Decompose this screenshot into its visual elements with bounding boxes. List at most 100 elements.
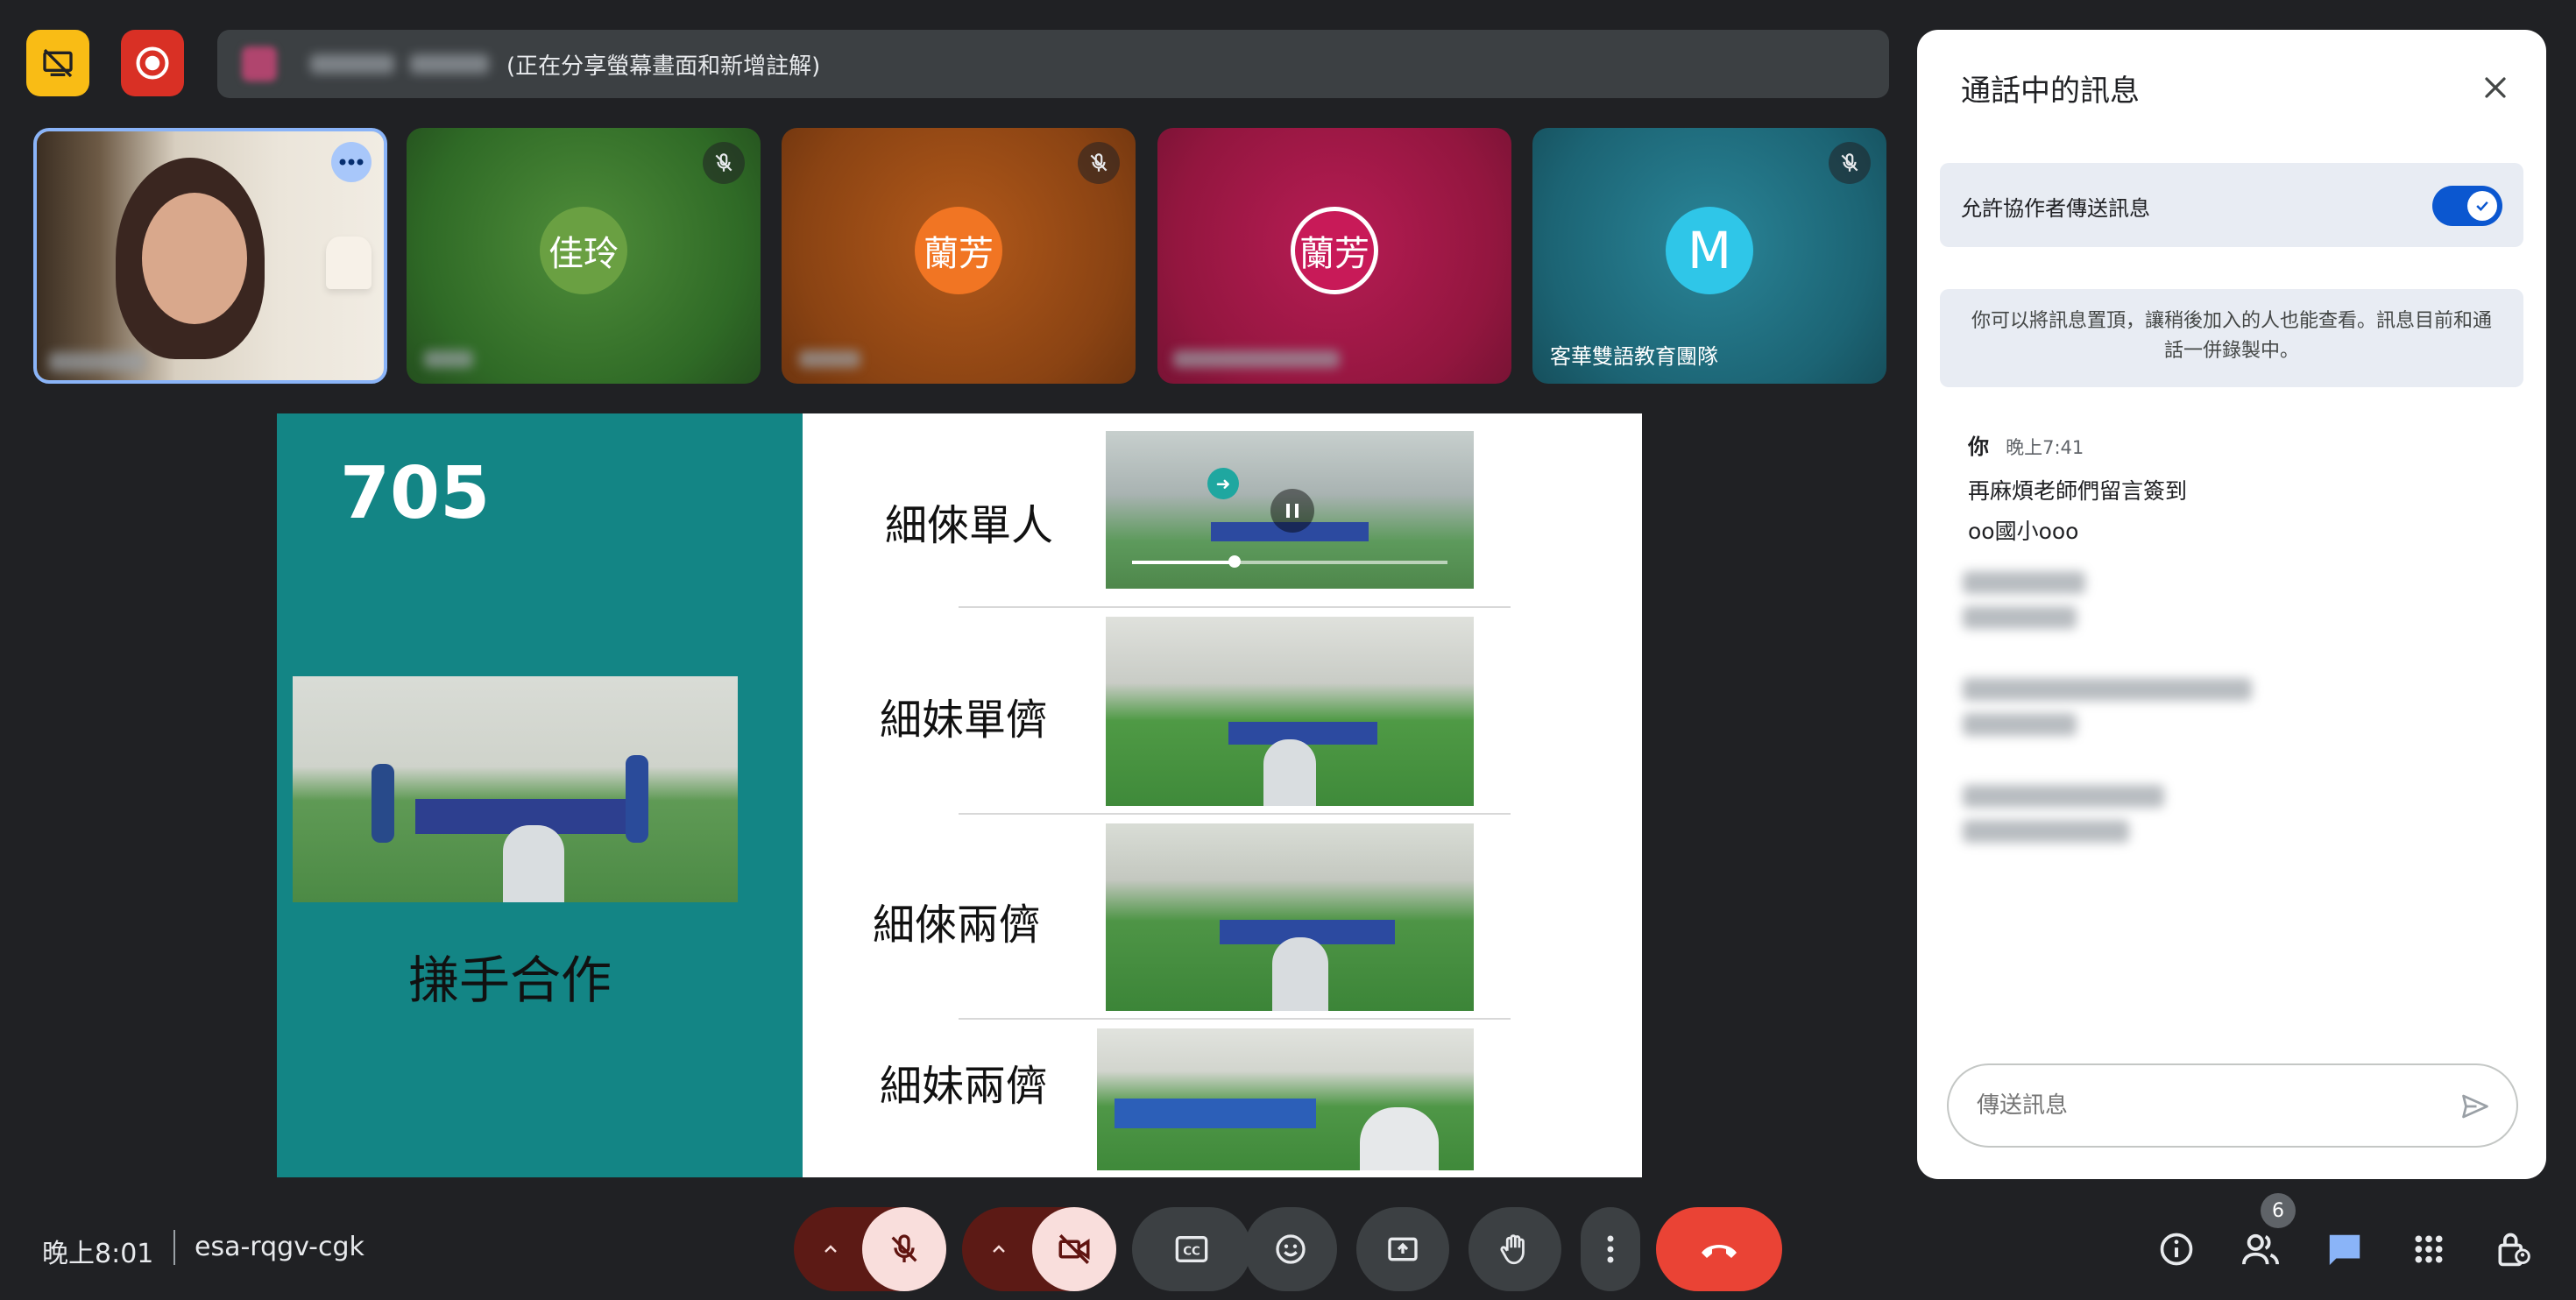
present-screen-button[interactable] [1356,1207,1449,1291]
pause-button[interactable] [1270,489,1314,533]
blurred-message-3 [1963,785,2164,843]
participant-name: 客華雙語教育團隊 [1550,344,1718,369]
row-label-2: 細妹單儕 [880,696,1049,745]
chevron-up-icon [824,1245,837,1253]
class-number: 705 [340,452,491,535]
close-icon [2485,77,2506,98]
video-progress-thumb[interactable] [1228,555,1241,568]
row-label-4: 細妹兩儕 [880,1062,1049,1111]
hand-icon [1500,1234,1525,1265]
videocam-off-icon [1058,1234,1090,1264]
muted-indicator [703,142,745,184]
chat-panel-title: 通話中的訊息 [1961,74,2140,109]
row-photo-4 [1097,1028,1474,1170]
participant-name-blurred [799,350,860,368]
mic-off-icon [715,153,732,172]
camera-toggle-button[interactable] [1032,1207,1116,1291]
more-options-button[interactable] [331,142,372,182]
allow-messages-row: 允許協作者傳送訊息 [1940,163,2523,247]
chat-panel: 通話中的訊息 允許協作者傳送訊息 你可以將訊息置頂，讓稍後加入的人也能查看。訊息… [1917,30,2546,1179]
leave-call-button[interactable] [1656,1207,1782,1291]
mic-toggle-button[interactable] [862,1207,946,1291]
message-input[interactable] [1975,1085,2434,1127]
participant-avatar: 蘭芳 [915,207,1002,294]
mic-group [794,1207,946,1291]
meeting-code: esa-rqgv-cgk [195,1232,364,1262]
message-time: 晚上7:41 [2006,437,2084,458]
svg-text:CC: CC [1183,1246,1200,1259]
meeting-time: 晚上8:01 [42,1239,154,1269]
camera-options-button[interactable] [973,1207,1025,1291]
no-layout-icon-button[interactable] [26,30,89,96]
raise-hand-button[interactable] [1468,1207,1561,1291]
message-line-1: 再麻煩老師們留言簽到 [1968,478,2188,504]
activities-button[interactable] [2403,1223,2455,1275]
blurred-message-1 [1963,571,2085,629]
send-icon [2462,1094,2488,1119]
player [1263,739,1316,806]
row-video-1[interactable]: ➜ [1106,431,1474,589]
slide-left-caption: 搛手合作 [408,950,612,1010]
ping-pong-table [1115,1099,1316,1128]
chevron-up-icon [993,1245,1005,1253]
row-photo-3 [1106,823,1474,1011]
captions-button[interactable]: CC [1132,1207,1251,1291]
participant-tile-2[interactable]: 佳玲 [407,128,761,384]
people-icon [2242,1233,2279,1265]
message-input-box[interactable] [1947,1063,2518,1148]
pause-icon [1286,504,1299,518]
record-icon [136,46,169,80]
recording-indicator-button[interactable] [121,30,184,96]
camera-group [962,1207,1116,1291]
blurred-message-2 [1963,678,2252,736]
player [372,764,394,843]
chat-message: 你 晚上7:41 再麻煩老師們留言簽到 oo國小ooo [1968,429,2494,546]
muted-indicator [1829,142,1871,184]
row-separator [959,606,1511,608]
allow-messages-label: 允許協作者傳送訊息 [1961,196,2150,221]
participant-name-blurred [1173,350,1340,368]
message-sender: 你 [1968,435,1989,459]
mic-off-icon [891,1234,917,1262]
presenter-avatar [242,46,277,81]
ping-pong-table [1228,722,1377,745]
host-controls-button[interactable] [2487,1223,2539,1275]
person-face [142,193,247,324]
participant-avatar: 蘭芳 [1291,207,1378,294]
participant-tile-4[interactable]: 蘭芳 [1157,128,1511,384]
presenting-status-text: (正在分享螢幕畫面和新增註解) [506,53,821,80]
more-options-button[interactable] [1581,1207,1640,1291]
player [1272,937,1328,1011]
allow-messages-toggle[interactable] [2432,186,2502,226]
presenter-name-blurred [310,54,394,74]
info-icon [2160,1233,2193,1266]
mic-options-button[interactable] [804,1207,857,1291]
row-label-3: 細倈兩儕 [873,901,1042,950]
toggle-knob [2467,191,2497,221]
pin-info-box: 你可以將訊息置頂，讓稍後加入的人也能查看。訊息目前和通話一併錄製中。 [1940,289,2523,387]
emoji-icon [1276,1234,1306,1264]
participant-tile-5[interactable]: M 客華雙語教育團隊 [1532,128,1886,384]
apps-grid-icon [2415,1235,2443,1263]
participant-tile-3[interactable]: 蘭芳 [782,128,1136,384]
shared-screen-slide: 705 搛手合作 細倈單人 ➜ 細妹單儕 細倈兩儕 細妹兩儕 [277,413,1642,1177]
reactions-button[interactable] [1244,1207,1337,1291]
chat-button[interactable] [2318,1223,2371,1275]
player [1360,1107,1439,1170]
row-separator [959,1018,1511,1020]
send-button[interactable] [2453,1085,2497,1128]
muted-indicator [1078,142,1120,184]
share-icon[interactable]: ➜ [1207,468,1239,499]
more-vert-icon [1607,1235,1614,1263]
participant-count-badge: 6 [2261,1193,2296,1228]
lamp [326,237,372,289]
meeting-details-button[interactable] [2150,1223,2203,1275]
close-chat-button[interactable] [2473,65,2518,110]
participant-tile-self[interactable] [33,128,387,384]
more-horiz-icon [339,159,364,166]
people-button[interactable] [2234,1223,2287,1275]
player [503,825,564,902]
message-line-2: oo國小ooo [1968,519,2079,544]
check-icon [2476,201,2488,211]
call-end-icon [1702,1245,1737,1258]
